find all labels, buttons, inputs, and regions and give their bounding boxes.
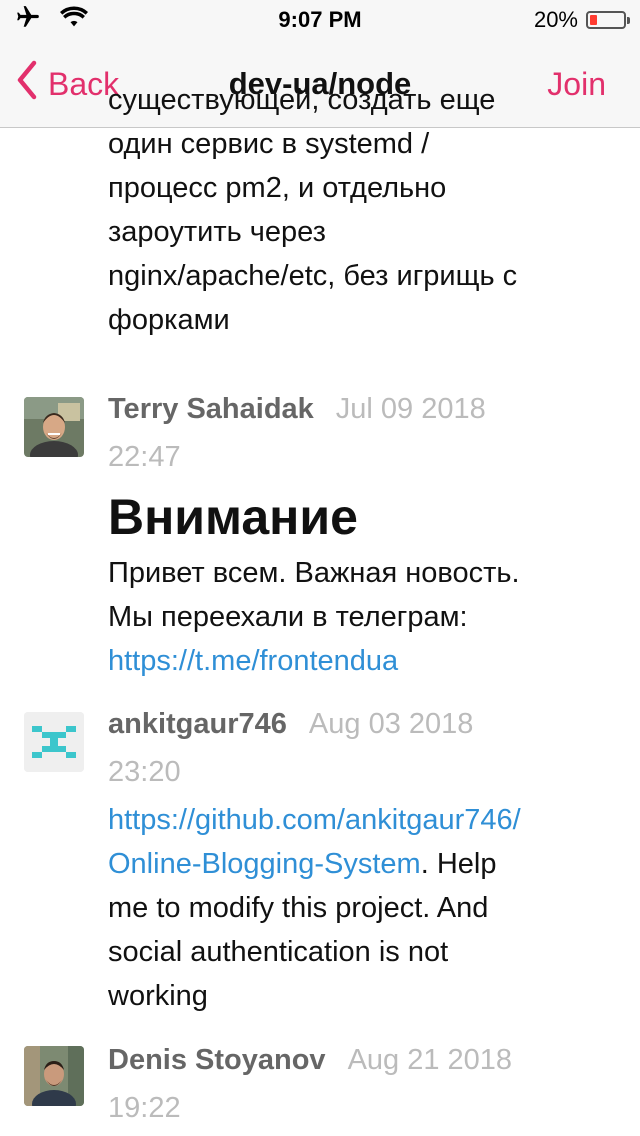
message-date: Aug 03 2018: [308, 708, 474, 740]
airplane-icon: [14, 4, 42, 36]
message-item: Terry Sahaidak Jul 09 2018 22:47 Внимание…: [0, 385, 640, 683]
message-meta: Denis Stoyanov Aug 21 2018 19:22: [108, 1036, 608, 1132]
battery-percent: 20%: [533, 7, 578, 32]
message-line: процесс pm2, и отдельно: [108, 172, 447, 204]
message-body: Привет всем. Важная новость. Мы переехал…: [108, 551, 608, 683]
message-link[interactable]: https://t.me/frontendua: [108, 645, 398, 677]
avatar[interactable]: [24, 397, 84, 457]
message-line: Мы переехали в телеграм:: [108, 601, 468, 633]
message-continued: существующей, создать еще один сервис в …: [108, 88, 608, 342]
message-line: зароутить через: [108, 216, 326, 248]
message-body: https://github.com/ankitgaur746/ Online-…: [108, 798, 608, 1018]
message-line: me to modify this project. And: [108, 892, 489, 924]
message-meta: Terry Sahaidak Jul 09 2018 22:47: [108, 385, 608, 481]
wifi-icon: [60, 6, 88, 34]
message-line: один сервис в systemd /: [108, 128, 430, 160]
avatar[interactable]: [24, 712, 84, 772]
message-list[interactable]: существующей, создать еще один сервис в …: [0, 88, 640, 1136]
message-link[interactable]: https://github.com/ankitgaur746/: [108, 804, 521, 836]
message-author[interactable]: Denis Stoyanov: [108, 1044, 326, 1076]
message-line: nginx/apache/etc, без игрищь с: [108, 260, 518, 292]
message-time: 23:20: [108, 756, 181, 788]
message-text: . Help: [420, 848, 497, 880]
message-heading: Внимание: [108, 489, 358, 545]
message-link[interactable]: Online-Blogging-System: [108, 848, 421, 880]
message-author[interactable]: ankitgaur746: [108, 708, 287, 740]
message-line: working: [108, 980, 208, 1012]
status-left: [14, 4, 88, 36]
screen: 9:07 PM 20% Back dev-ua/node Join сущест…: [0, 0, 640, 1136]
message-date: Aug 21 2018: [347, 1044, 513, 1076]
message-meta: ankitgaur746 Aug 03 2018 23:20: [108, 700, 608, 796]
message-time: 19:22: [108, 1092, 181, 1124]
message-line: форками: [108, 304, 230, 336]
message-item: ankitgaur746 Aug 03 2018 23:20 https://gi…: [0, 700, 640, 1018]
status-bar: 9:07 PM 20%: [0, 0, 640, 40]
message-item: Denis Stoyanov Aug 21 2018 19:22: [0, 1036, 640, 1132]
message-line: Привет всем. Важная новость.: [108, 557, 520, 589]
message-time: 22:47: [108, 441, 181, 473]
message-date: Jul 09 2018: [335, 393, 486, 425]
avatar[interactable]: [24, 1046, 84, 1106]
message-author[interactable]: Terry Sahaidak: [108, 393, 314, 425]
message-line: существующей, создать еще: [108, 88, 496, 116]
message-line: social authentication is not: [108, 936, 449, 968]
status-right: 20%: [533, 7, 630, 33]
battery-icon: [586, 11, 630, 29]
